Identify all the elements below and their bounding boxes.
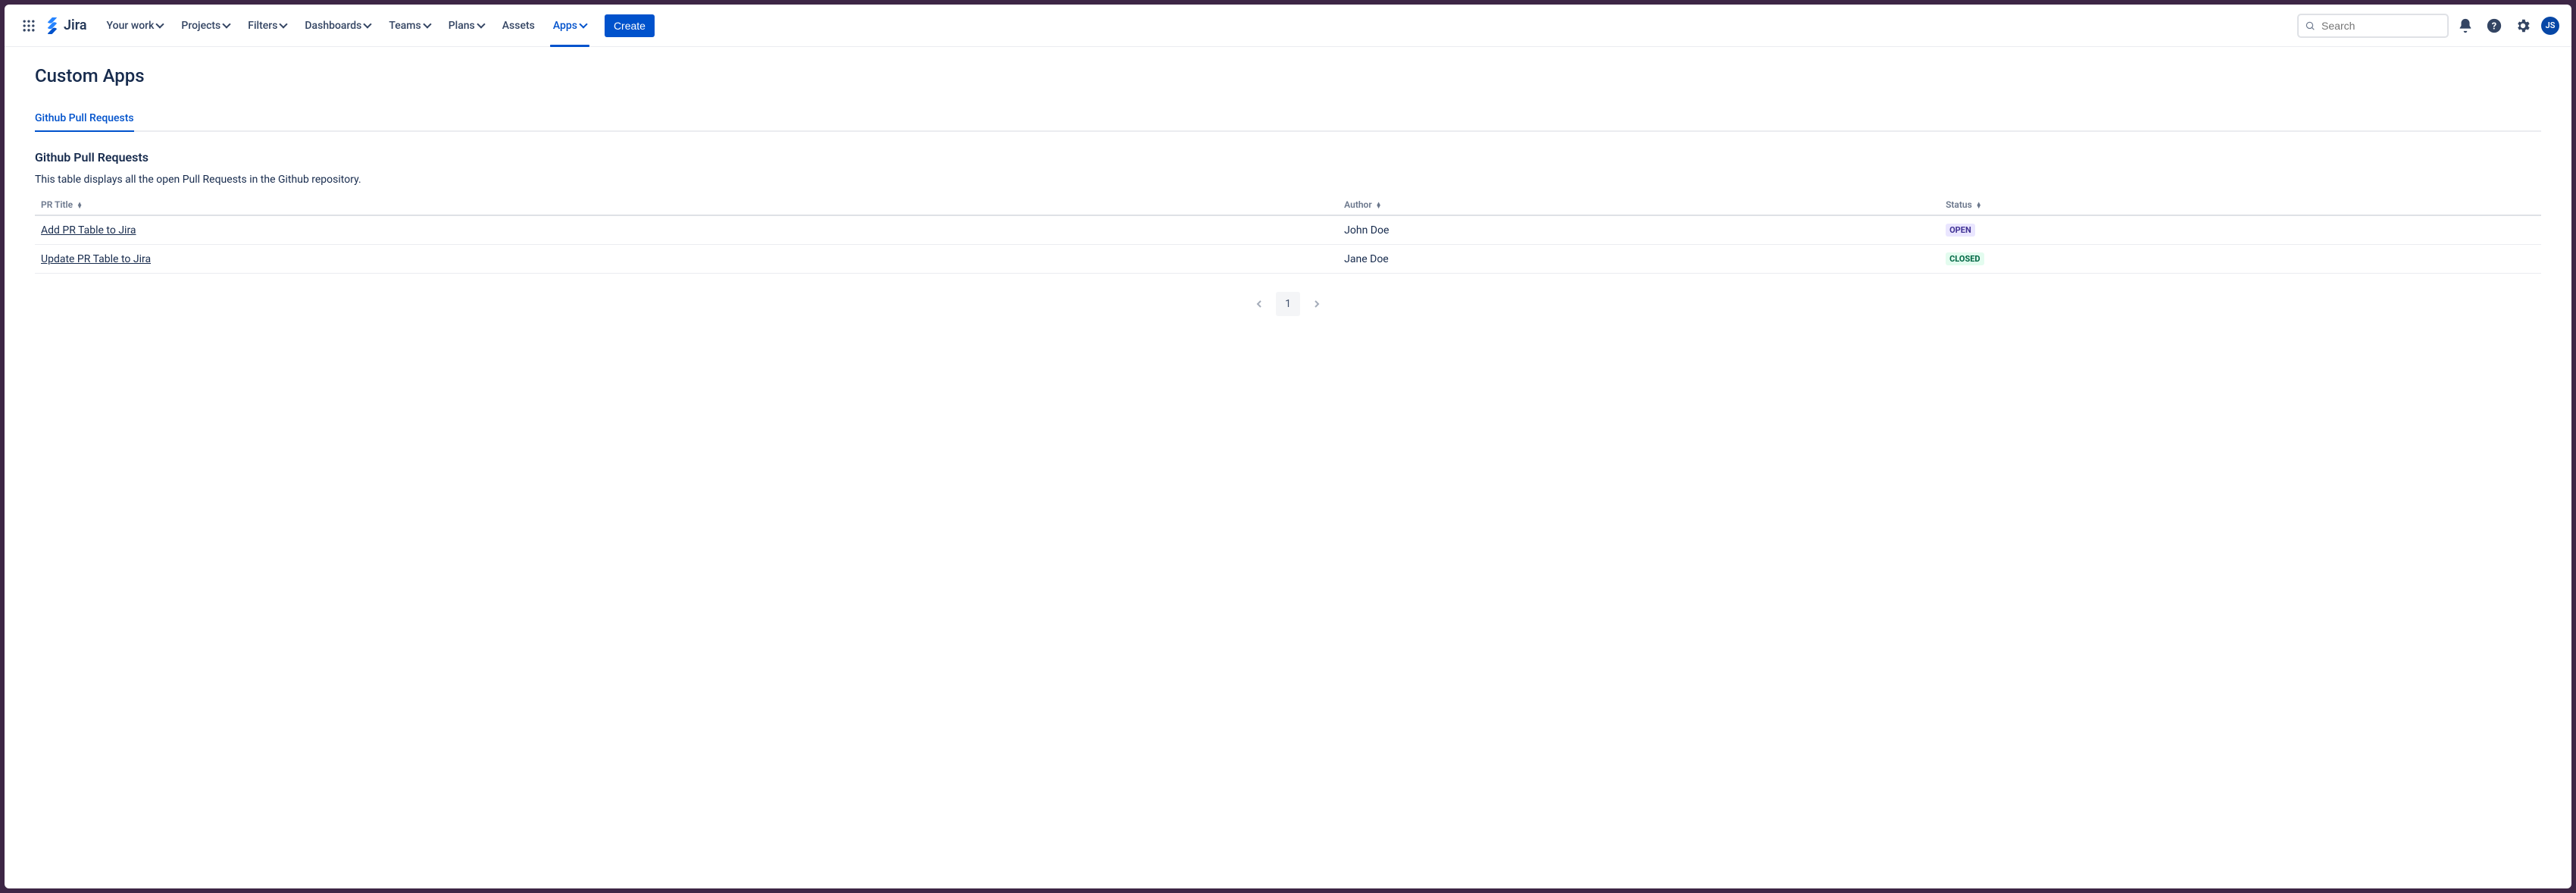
nav-item-label: Teams bbox=[389, 20, 420, 32]
chevron-down-icon bbox=[364, 20, 372, 28]
column-header-pr-title[interactable]: PR Title ▲▼ bbox=[35, 195, 1338, 215]
nav-your-work[interactable]: Your work bbox=[99, 15, 171, 36]
section-description: This table displays all the open Pull Re… bbox=[35, 174, 2541, 186]
chevron-down-icon bbox=[223, 20, 231, 28]
help-icon[interactable]: ? bbox=[2482, 14, 2506, 38]
chevron-down-icon bbox=[423, 20, 431, 28]
search-icon bbox=[2305, 20, 2315, 32]
chevron-down-icon bbox=[280, 20, 288, 28]
sort-icon: ▲▼ bbox=[77, 202, 83, 208]
jira-icon bbox=[44, 17, 61, 34]
chevron-down-icon bbox=[156, 20, 164, 28]
nav-item-label: Your work bbox=[107, 20, 155, 32]
status-badge: OPEN bbox=[1946, 224, 1975, 237]
nav-item-label: Plans bbox=[449, 20, 475, 32]
author-cell: John Doe bbox=[1338, 215, 1940, 245]
nav-projects[interactable]: Projects bbox=[174, 15, 237, 36]
table-row: Add PR Table to Jira John Doe OPEN bbox=[35, 215, 2541, 245]
status-badge: CLOSED bbox=[1946, 252, 1984, 265]
app-switcher-icon[interactable] bbox=[17, 14, 41, 38]
nav-item-label: Filters bbox=[248, 20, 277, 32]
pagination: 1 bbox=[35, 292, 2541, 316]
next-page-button[interactable] bbox=[1305, 292, 1329, 316]
search-input-wrapper[interactable] bbox=[2297, 14, 2449, 38]
sort-icon: ▲▼ bbox=[1976, 202, 1982, 208]
main-content: Custom Apps Github Pull Requests Github … bbox=[5, 47, 2571, 334]
top-navigation: Jira Your work Projects Filters Dashboards T… bbox=[5, 5, 2571, 47]
notifications-icon[interactable] bbox=[2453, 14, 2478, 38]
product-name: Jira bbox=[64, 17, 87, 33]
page-title: Custom Apps bbox=[35, 65, 2541, 86]
pr-table: PR Title ▲▼Author ▲▼Status ▲▼ Add PR Tab… bbox=[35, 195, 2541, 274]
nav-filters[interactable]: Filters bbox=[240, 15, 294, 36]
chevron-left-icon bbox=[1255, 300, 1263, 308]
column-header-status[interactable]: Status ▲▼ bbox=[1940, 195, 2541, 215]
section-title: Github Pull Requests bbox=[35, 150, 2541, 164]
chevron-down-icon bbox=[579, 20, 587, 28]
tab-github-pull-requests[interactable]: Github Pull Requests bbox=[35, 108, 134, 132]
nav-apps[interactable]: Apps bbox=[546, 15, 594, 36]
pr-title-link[interactable]: Update PR Table to Jira bbox=[41, 253, 151, 265]
chevron-down-icon bbox=[477, 20, 485, 28]
table-row: Update PR Table to Jira Jane Doe CLOSED bbox=[35, 245, 2541, 274]
nav-assets[interactable]: Assets bbox=[495, 15, 542, 36]
nav-item-label: Projects bbox=[181, 20, 220, 32]
nav-item-label: Assets bbox=[502, 20, 535, 32]
primary-nav: Your work Projects Filters Dashboards Teams P… bbox=[99, 15, 594, 36]
search-input[interactable] bbox=[2321, 20, 2441, 32]
pr-title-link[interactable]: Add PR Table to Jira bbox=[41, 224, 136, 237]
create-button[interactable]: Create bbox=[605, 14, 655, 37]
svg-text:?: ? bbox=[2492, 20, 2496, 32]
avatar[interactable]: JS bbox=[2541, 17, 2559, 35]
page-1-button[interactable]: 1 bbox=[1276, 292, 1300, 316]
nav-plans[interactable]: Plans bbox=[441, 15, 492, 36]
author-cell: Jane Doe bbox=[1338, 245, 1940, 274]
nav-dashboards[interactable]: Dashboards bbox=[297, 15, 378, 36]
nav-teams[interactable]: Teams bbox=[381, 15, 437, 36]
jira-logo[interactable]: Jira bbox=[44, 17, 87, 34]
column-header-author[interactable]: Author ▲▼ bbox=[1338, 195, 1940, 215]
tab-bar: Github Pull Requests bbox=[35, 108, 2541, 132]
prev-page-button[interactable] bbox=[1247, 292, 1271, 316]
sort-icon: ▲▼ bbox=[1376, 202, 1382, 208]
settings-icon[interactable] bbox=[2511, 14, 2535, 38]
nav-item-label: Dashboards bbox=[305, 20, 361, 32]
nav-item-label: Apps bbox=[553, 20, 577, 32]
chevron-right-icon bbox=[1313, 300, 1321, 308]
